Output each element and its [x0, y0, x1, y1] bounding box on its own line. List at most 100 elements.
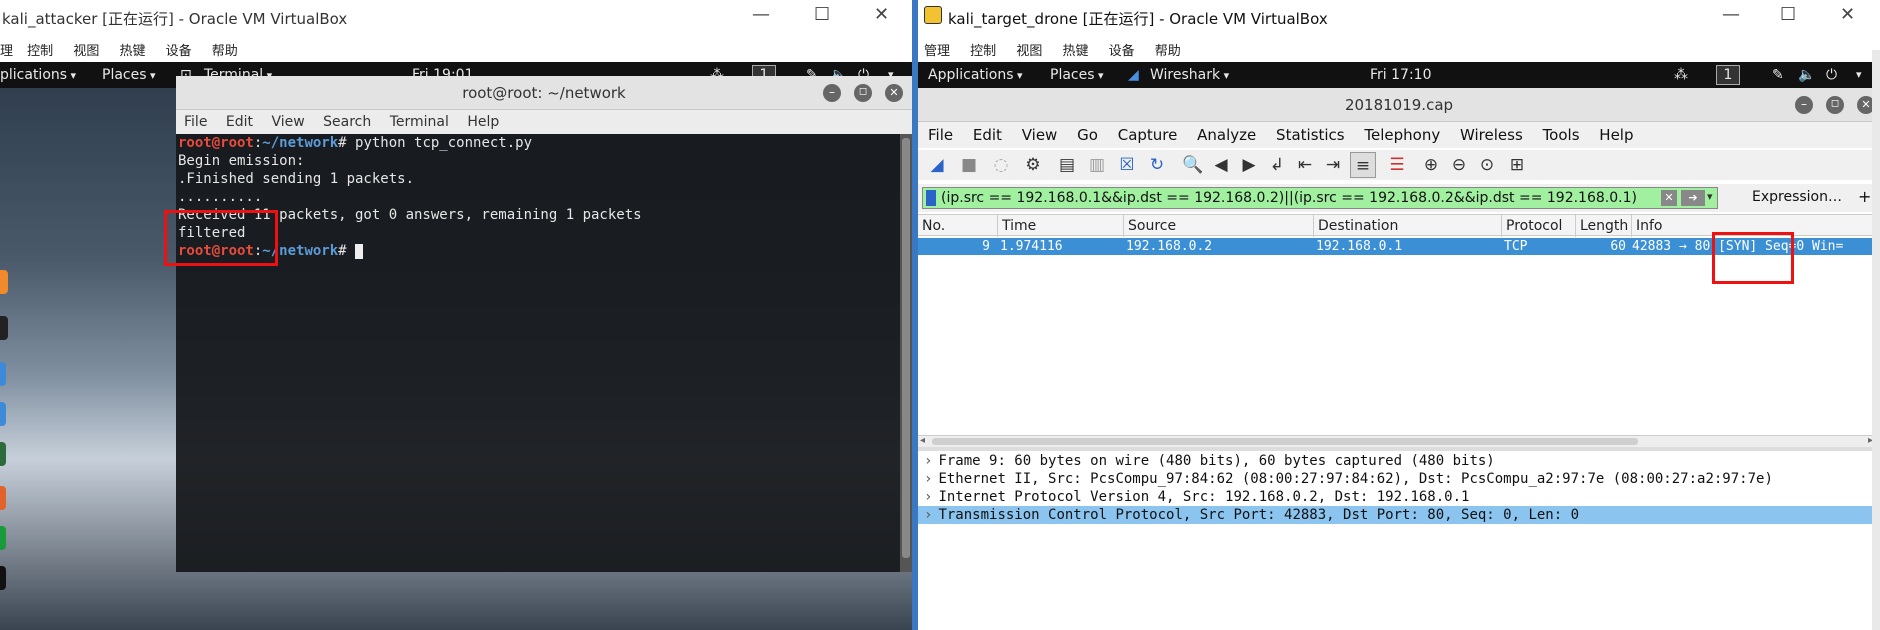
right-menu-help[interactable]: 帮助: [1155, 44, 1181, 59]
wireshark-maximize-button[interactable]: ◻: [1826, 96, 1844, 114]
col-source-header[interactable]: Source: [1124, 215, 1314, 237]
left-menu-view[interactable]: 视图: [73, 44, 99, 59]
col-time-header[interactable]: Time: [998, 215, 1124, 237]
dock-app-icon[interactable]: [0, 526, 6, 550]
ws-menu-tools[interactable]: Tools: [1543, 126, 1580, 144]
add-filter-button[interactable]: +: [1858, 187, 1871, 206]
zoom-out-icon[interactable]: ⊖: [1446, 152, 1472, 178]
right-minimize-button[interactable]: —: [1722, 4, 1740, 25]
dock-app-icon[interactable]: [0, 566, 6, 590]
terminal-menu-help[interactable]: Help: [467, 114, 499, 130]
ws-menu-analyze[interactable]: Analyze: [1197, 126, 1256, 144]
left-menu-control[interactable]: 控制: [27, 44, 53, 59]
clear-filter-icon[interactable]: ✕: [1661, 190, 1677, 206]
find-packet-icon[interactable]: 🔍: [1180, 152, 1206, 178]
right-wireshark-menu[interactable]: Wireshark: [1150, 62, 1229, 89]
open-file-icon[interactable]: ▤: [1054, 152, 1080, 178]
capture-options-icon[interactable]: ⚙: [1020, 152, 1046, 178]
start-capture-icon[interactable]: ◢: [924, 152, 950, 178]
left-menu-hotkeys[interactable]: 热键: [119, 44, 145, 59]
apply-filter-icon[interactable]: ➔: [1681, 190, 1705, 206]
ws-menu-file[interactable]: File: [928, 126, 953, 144]
last-packet-icon[interactable]: ⇥: [1320, 152, 1346, 178]
zoom-reset-icon[interactable]: ⊙: [1474, 152, 1500, 178]
dock-app-icon[interactable]: [0, 316, 8, 340]
right-applications-menu[interactable]: Applications: [928, 62, 1023, 89]
detail-ethernet[interactable]: › Ethernet II, Src: PcsCompu_97:84:62 (08…: [918, 470, 1880, 488]
close-file-icon[interactable]: ☒: [1114, 152, 1140, 178]
ws-menu-statistics[interactable]: Statistics: [1276, 126, 1345, 144]
left-maximize-button[interactable]: ☐: [814, 4, 830, 25]
terminal-minimize-button[interactable]: –: [823, 84, 841, 102]
terminal-maximize-button[interactable]: ◻: [854, 84, 872, 102]
col-protocol-header[interactable]: Protocol: [1502, 215, 1576, 237]
terminal-menu-edit[interactable]: Edit: [226, 114, 253, 130]
wireshark-minimize-button[interactable]: –: [1795, 96, 1813, 114]
expand-arrow-icon[interactable]: ›: [924, 507, 932, 523]
terminal-output[interactable]: root@root:~/network# python tcp_connect.…: [176, 134, 900, 572]
col-no-header[interactable]: No.: [918, 215, 998, 237]
ws-menu-view[interactable]: View: [1022, 126, 1058, 144]
right-clock[interactable]: Fri 17:10: [1370, 62, 1431, 88]
pane-splitter[interactable]: [918, 447, 1880, 451]
terminal-menu-view[interactable]: View: [271, 114, 304, 130]
right-system-menu-icon[interactable]: ▾: [1856, 62, 1862, 88]
detail-tcp[interactable]: › Transmission Control Protocol, Src Port…: [918, 506, 1880, 524]
expand-arrow-icon[interactable]: ›: [924, 471, 932, 487]
zoom-in-icon[interactable]: ⊕: [1418, 152, 1444, 178]
save-file-icon[interactable]: ▥: [1084, 152, 1110, 178]
right-maximize-button[interactable]: ☐: [1780, 4, 1796, 25]
ws-menu-capture[interactable]: Capture: [1118, 126, 1178, 144]
terminal-close-button[interactable]: ✕: [885, 84, 903, 102]
go-forward-icon[interactable]: ▶: [1236, 152, 1262, 178]
ws-menu-edit[interactable]: Edit: [973, 126, 1002, 144]
ws-menu-wireless[interactable]: Wireless: [1460, 126, 1523, 144]
left-applications-menu[interactable]: plications: [0, 62, 76, 89]
first-packet-icon[interactable]: ⇤: [1292, 152, 1318, 178]
right-close-button[interactable]: ✕: [1840, 4, 1855, 25]
packet-list-hscrollbar[interactable]: ◂ ▸: [918, 435, 1880, 447]
left-minimize-button[interactable]: —: [752, 4, 770, 25]
expression-button[interactable]: Expression…: [1752, 189, 1842, 205]
ws-menu-help[interactable]: Help: [1599, 126, 1633, 144]
right-workspace-icon[interactable]: ⁂: [1674, 62, 1688, 88]
terminal-scrollbar[interactable]: [900, 134, 912, 572]
right-menu-hotkeys[interactable]: 热键: [1062, 44, 1088, 59]
left-menu-help[interactable]: 帮助: [212, 44, 238, 59]
right-menu-manage[interactable]: 管理: [924, 44, 950, 59]
colorize-icon[interactable]: ☰: [1384, 152, 1410, 178]
left-places-menu[interactable]: Places: [102, 62, 156, 89]
dock-app-icon[interactable]: [0, 402, 6, 426]
terminal-menu-search[interactable]: Search: [323, 114, 371, 130]
expand-arrow-icon[interactable]: ›: [924, 453, 932, 469]
left-close-button[interactable]: ✕: [874, 4, 889, 25]
col-destination-header[interactable]: Destination: [1314, 215, 1502, 237]
dock-app-icon[interactable]: [0, 486, 6, 510]
display-filter-input[interactable]: (ip.src == 192.168.0.1&&ip.dst == 192.16…: [922, 187, 1718, 209]
dock-app-icon[interactable]: [0, 270, 8, 294]
right-volume-icon[interactable]: 🔈: [1798, 62, 1815, 88]
ws-menu-telephony[interactable]: Telephony: [1364, 126, 1440, 144]
detail-ipv4[interactable]: › Internet Protocol Version 4, Src: 192.1…: [918, 488, 1880, 506]
right-menu-devices[interactable]: 设备: [1109, 44, 1135, 59]
col-length-header[interactable]: Length: [1576, 215, 1632, 237]
expand-arrow-icon[interactable]: ›: [924, 489, 932, 505]
reload-file-icon[interactable]: ↻: [1144, 152, 1170, 178]
right-places-menu[interactable]: Places: [1050, 62, 1104, 89]
detail-frame[interactable]: › Frame 9: 60 bytes on wire (480 bits), 6…: [918, 452, 1880, 470]
right-menu-control[interactable]: 控制: [970, 44, 996, 59]
right-power-icon[interactable]: ⏻: [1826, 62, 1837, 88]
resize-columns-icon[interactable]: ⊞: [1504, 152, 1530, 178]
restart-capture-icon[interactable]: ◌: [988, 152, 1014, 178]
go-back-icon[interactable]: ◀: [1208, 152, 1234, 178]
terminal-menu-file[interactable]: File: [184, 114, 207, 130]
filter-dropdown-icon[interactable]: ▾: [1707, 190, 1713, 203]
autoscroll-icon[interactable]: ≡: [1350, 152, 1376, 178]
bookmark-icon[interactable]: [926, 190, 936, 206]
dock-app-icon[interactable]: [0, 362, 6, 386]
right-workspace-indicator[interactable]: 1: [1716, 65, 1740, 85]
stop-capture-icon[interactable]: ■: [956, 152, 982, 178]
go-to-packet-icon[interactable]: ↲: [1264, 152, 1290, 178]
terminal-menu-terminal[interactable]: Terminal: [390, 114, 449, 130]
dock-app-icon[interactable]: [0, 442, 6, 466]
